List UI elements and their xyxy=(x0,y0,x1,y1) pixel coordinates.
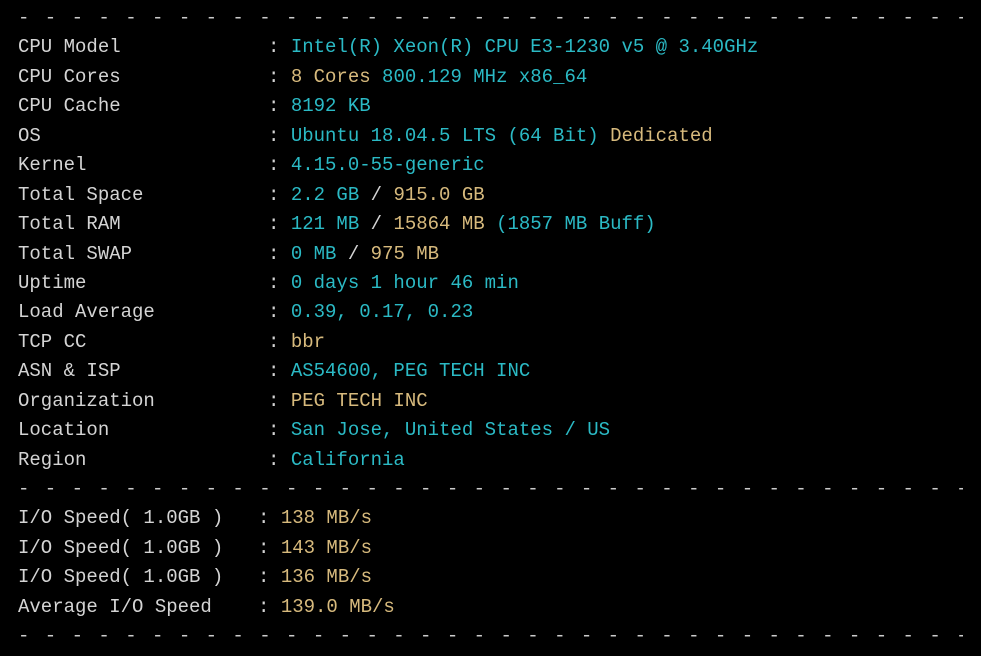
total-swap-used: 0 MB xyxy=(291,243,337,265)
load-avg-value: 0.39, 0.17, 0.23 xyxy=(291,301,473,323)
total-ram-buff: (1857 MB Buff) xyxy=(496,213,656,235)
os-value: Ubuntu 18.04.5 LTS (64 Bit) xyxy=(291,125,599,147)
total-ram-label: Total RAM xyxy=(18,210,268,239)
kernel-value: 4.15.0-55-generic xyxy=(291,154,485,176)
org-value: PEG TECH INC xyxy=(291,390,428,412)
uptime-label: Uptime xyxy=(18,269,268,298)
io-speed-3-value: 136 MB/s xyxy=(281,566,372,588)
io-speed-2-value: 143 MB/s xyxy=(281,537,372,559)
region-value: California xyxy=(291,449,405,471)
cpu-cache-value: 8192 KB xyxy=(291,95,371,117)
tcp-cc-label: TCP CC xyxy=(18,328,268,357)
region-label: Region xyxy=(18,446,268,475)
io-speed-avg-value: 139.0 MB/s xyxy=(281,596,395,618)
divider-bottom: - - - - - - - - - - - - - - - - - - - - … xyxy=(18,622,963,651)
os-row: OS: Ubuntu 18.04.5 LTS (64 Bit) Dedicate… xyxy=(18,122,963,151)
io-speed-1-value: 138 MB/s xyxy=(281,507,372,529)
asn-isp-row: ASN & ISP: AS54600, PEG TECH INC xyxy=(18,357,963,386)
io-speed-2-label: I/O Speed( 1.0GB ) xyxy=(18,534,258,563)
terminal-output: - - - - - - - - - - - - - - - - - - - - … xyxy=(0,0,981,656)
kernel-row: Kernel: 4.15.0-55-generic xyxy=(18,151,963,180)
io-speed-1-label: I/O Speed( 1.0GB ) xyxy=(18,504,258,533)
divider-top: - - - - - - - - - - - - - - - - - - - - … xyxy=(18,4,963,33)
cpu-cache-label: CPU Cache xyxy=(18,92,268,121)
total-swap-row: Total SWAP: 0 MB / 975 MB xyxy=(18,240,963,269)
io-speed-3-label: I/O Speed( 1.0GB ) xyxy=(18,563,258,592)
org-label: Organization xyxy=(18,387,268,416)
total-space-row: Total Space: 2.2 GB / 915.0 GB xyxy=(18,181,963,210)
io-speed-3-row: I/O Speed( 1.0GB ): 136 MB/s xyxy=(18,563,963,592)
cpu-cores-count: 8 Cores xyxy=(291,66,371,88)
total-swap-total: 975 MB xyxy=(371,243,439,265)
total-space-total: 915.0 GB xyxy=(393,184,484,206)
io-speed-1-row: I/O Speed( 1.0GB ): 138 MB/s xyxy=(18,504,963,533)
total-ram-row: Total RAM: 121 MB / 15864 MB (1857 MB Bu… xyxy=(18,210,963,239)
asn-isp-label: ASN & ISP xyxy=(18,357,268,386)
total-swap-label: Total SWAP xyxy=(18,240,268,269)
location-row: Location: San Jose, United States / US xyxy=(18,416,963,445)
total-space-label: Total Space xyxy=(18,181,268,210)
total-ram-used: 121 MB xyxy=(291,213,359,235)
os-type: Dedicated xyxy=(610,125,713,147)
location-label: Location xyxy=(18,416,268,445)
io-speed-avg-label: Average I/O Speed xyxy=(18,593,258,622)
divider-mid: - - - - - - - - - - - - - - - - - - - - … xyxy=(18,475,963,504)
cpu-model-row: CPU Model: Intel(R) Xeon(R) CPU E3-1230 … xyxy=(18,33,963,62)
uptime-value: 0 days 1 hour 46 min xyxy=(291,272,519,294)
tcp-cc-row: TCP CC: bbr xyxy=(18,328,963,357)
io-speed-avg-row: Average I/O Speed: 139.0 MB/s xyxy=(18,593,963,622)
asn-isp-value: AS54600, PEG TECH INC xyxy=(291,360,530,382)
kernel-label: Kernel xyxy=(18,151,268,180)
location-value: San Jose, United States / US xyxy=(291,419,610,441)
region-row: Region: California xyxy=(18,446,963,475)
os-label: OS xyxy=(18,122,268,151)
cpu-cores-row: CPU Cores: 8 Cores 800.129 MHz x86_64 xyxy=(18,63,963,92)
cpu-cache-row: CPU Cache: 8192 KB xyxy=(18,92,963,121)
cpu-model-label: CPU Model xyxy=(18,33,268,62)
org-row: Organization: PEG TECH INC xyxy=(18,387,963,416)
total-ram-total: 15864 MB xyxy=(393,213,484,235)
load-avg-row: Load Average: 0.39, 0.17, 0.23 xyxy=(18,298,963,327)
uptime-row: Uptime: 0 days 1 hour 46 min xyxy=(18,269,963,298)
cpu-model-value: Intel(R) Xeon(R) CPU E3-1230 v5 @ 3.40GH… xyxy=(291,36,758,58)
total-space-used: 2.2 GB xyxy=(291,184,359,206)
load-avg-label: Load Average xyxy=(18,298,268,327)
cpu-cores-freq: 800.129 MHz x86_64 xyxy=(382,66,587,88)
io-speed-2-row: I/O Speed( 1.0GB ): 143 MB/s xyxy=(18,534,963,563)
cpu-cores-label: CPU Cores xyxy=(18,63,268,92)
tcp-cc-value: bbr xyxy=(291,331,325,353)
